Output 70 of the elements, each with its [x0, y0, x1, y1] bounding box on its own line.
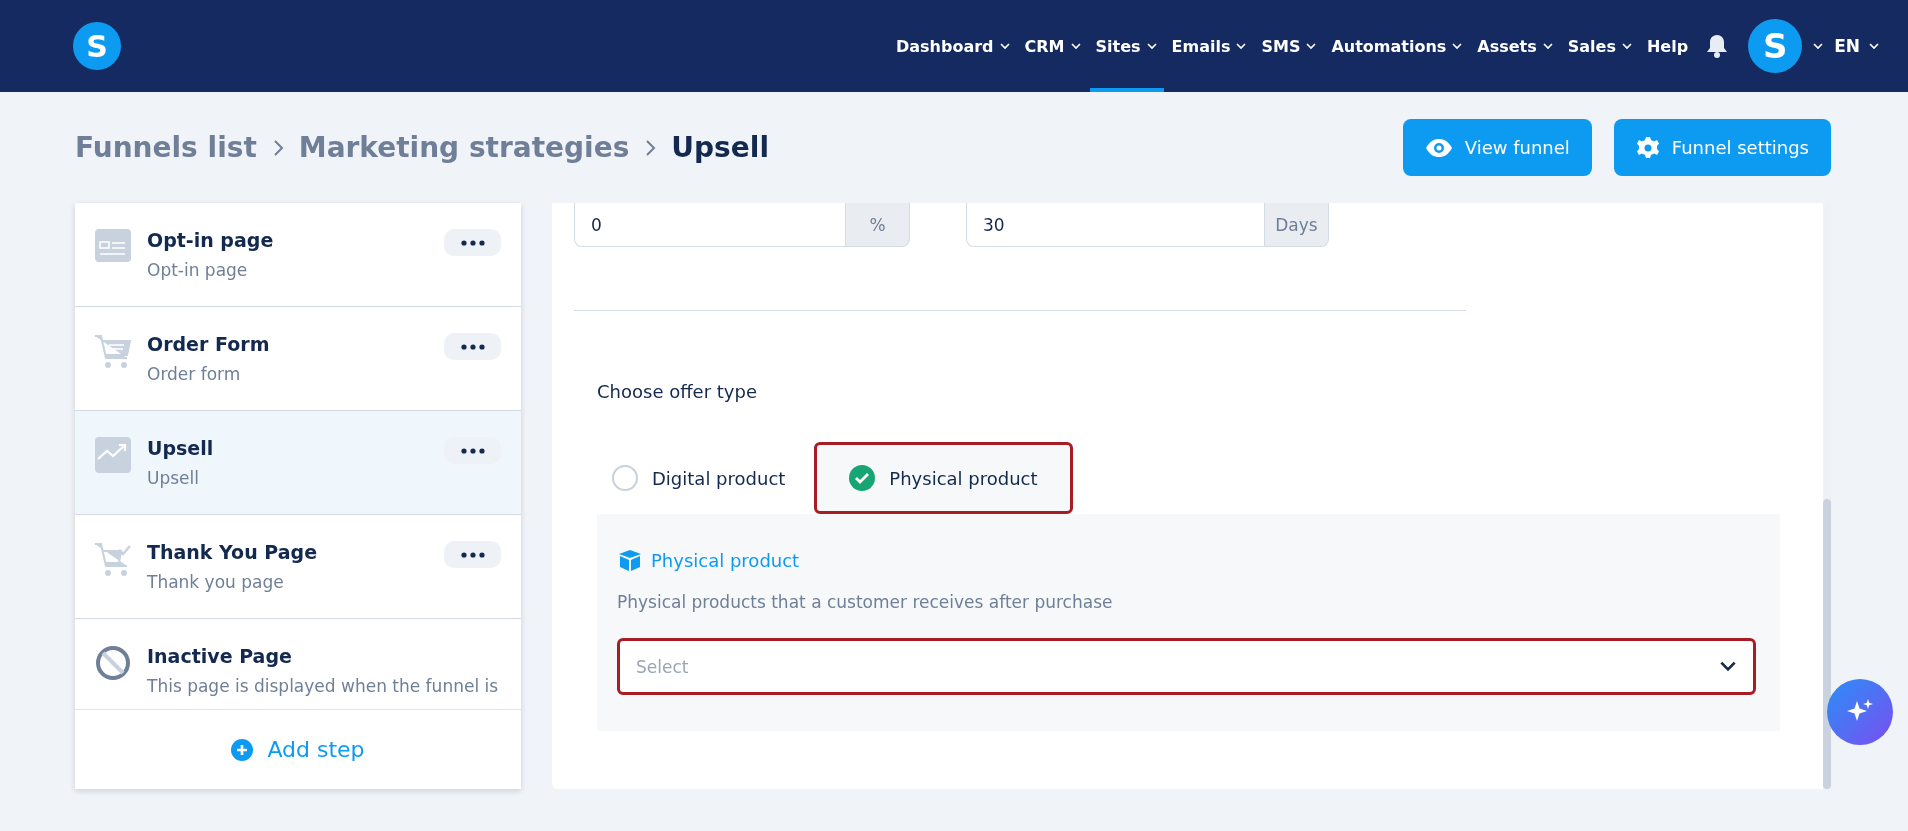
step-title: Opt-in page [147, 229, 275, 251]
offer-type-option[interactable]: Physical product [814, 442, 1073, 514]
trend-chart-icon [95, 437, 131, 473]
step-subtitle: Order form [147, 363, 242, 386]
more-options-button[interactable] [444, 541, 501, 568]
chevron-down-icon [1305, 40, 1318, 52]
box-icon [617, 548, 643, 572]
unit-label: % [846, 203, 910, 247]
scrollbar-thumb[interactable] [1823, 499, 1831, 789]
input-field[interactable]: 0 [574, 203, 846, 247]
eye-icon [1424, 137, 1453, 158]
chevron-down-icon [1069, 40, 1082, 52]
offer-type-option[interactable]: Digital product [597, 442, 815, 514]
cart-check-icon [95, 541, 131, 577]
step-subtitle: Thank you page [147, 571, 285, 594]
funnel-step[interactable]: Inactive Page This page is displayed when the funnel is [75, 619, 521, 709]
check-circle-icon [849, 465, 876, 491]
chevron-down-icon [1620, 40, 1633, 52]
chevron-down-icon [1812, 40, 1825, 52]
funnel-step[interactable]: Thank You Page Thank you page [75, 515, 521, 619]
funnel-step[interactable]: Order Form Order form [75, 307, 521, 411]
nav-item[interactable]: CRM [1018, 0, 1088, 92]
chevron-down-icon [1868, 40, 1880, 52]
step-title: Thank You Page [147, 541, 319, 563]
funnel-step[interactable]: Upsell Upsell [75, 411, 521, 515]
nav-item[interactable]: Sales [1561, 0, 1639, 92]
input-field[interactable]: 30 [966, 203, 1265, 247]
step-subtitle: This page is displayed when the funnel is [147, 675, 500, 698]
nav-item[interactable]: Dashboard [889, 0, 1017, 92]
chevron-right-icon [643, 138, 658, 157]
nav-item[interactable]: SMS [1255, 0, 1324, 92]
funnel-step[interactable]: Opt-in page Opt-in page [75, 203, 521, 307]
nav-item[interactable]: Automations [1325, 0, 1470, 92]
language-selector[interactable]: EN [1834, 36, 1880, 56]
nav-item[interactable]: Help [1640, 0, 1695, 92]
nav-item[interactable]: Assets [1471, 0, 1560, 92]
product-select[interactable]: Select [617, 638, 1756, 695]
breadcrumb-item[interactable]: Upsell [671, 131, 769, 164]
more-options-button[interactable] [444, 229, 501, 256]
chevron-down-icon [1451, 40, 1464, 52]
bell-icon[interactable] [1706, 34, 1729, 58]
form-page-icon [95, 229, 131, 263]
more-icon [460, 551, 485, 558]
offer-type-label: Choose offer type [597, 381, 758, 402]
more-icon [460, 239, 485, 246]
step-subtitle: Upsell [147, 467, 200, 490]
offer-description: Physical products that a customer receives after purchase [617, 592, 1114, 612]
cart-icon [95, 333, 131, 369]
step-title: Upsell [147, 437, 215, 459]
breadcrumb-item[interactable]: Marketing strategies [298, 131, 630, 164]
plus-circle-icon [231, 738, 254, 761]
nav-item[interactable]: Sites [1089, 0, 1164, 92]
panel-title-text: Physical product [651, 549, 800, 571]
breadcrumb-item[interactable]: Funnels list [75, 131, 257, 164]
gear-icon [1635, 135, 1660, 160]
step-title: Order Form [147, 333, 271, 355]
more-options-button[interactable] [444, 437, 501, 464]
chevron-down-icon [998, 40, 1011, 52]
step-title: Inactive Page [147, 645, 293, 667]
chevron-down-icon [1235, 40, 1248, 52]
more-icon [460, 447, 485, 454]
unit-label: Days [1265, 203, 1329, 247]
more-icon [460, 343, 485, 350]
step-subtitle: Opt-in page [147, 259, 249, 282]
radio-icon [612, 465, 638, 491]
more-options-button[interactable] [444, 333, 501, 360]
prohibited-icon [95, 645, 131, 681]
chevron-down-icon [1541, 40, 1554, 52]
chevron-down-icon [1145, 40, 1158, 52]
nav-item[interactable]: Emails [1165, 0, 1254, 92]
